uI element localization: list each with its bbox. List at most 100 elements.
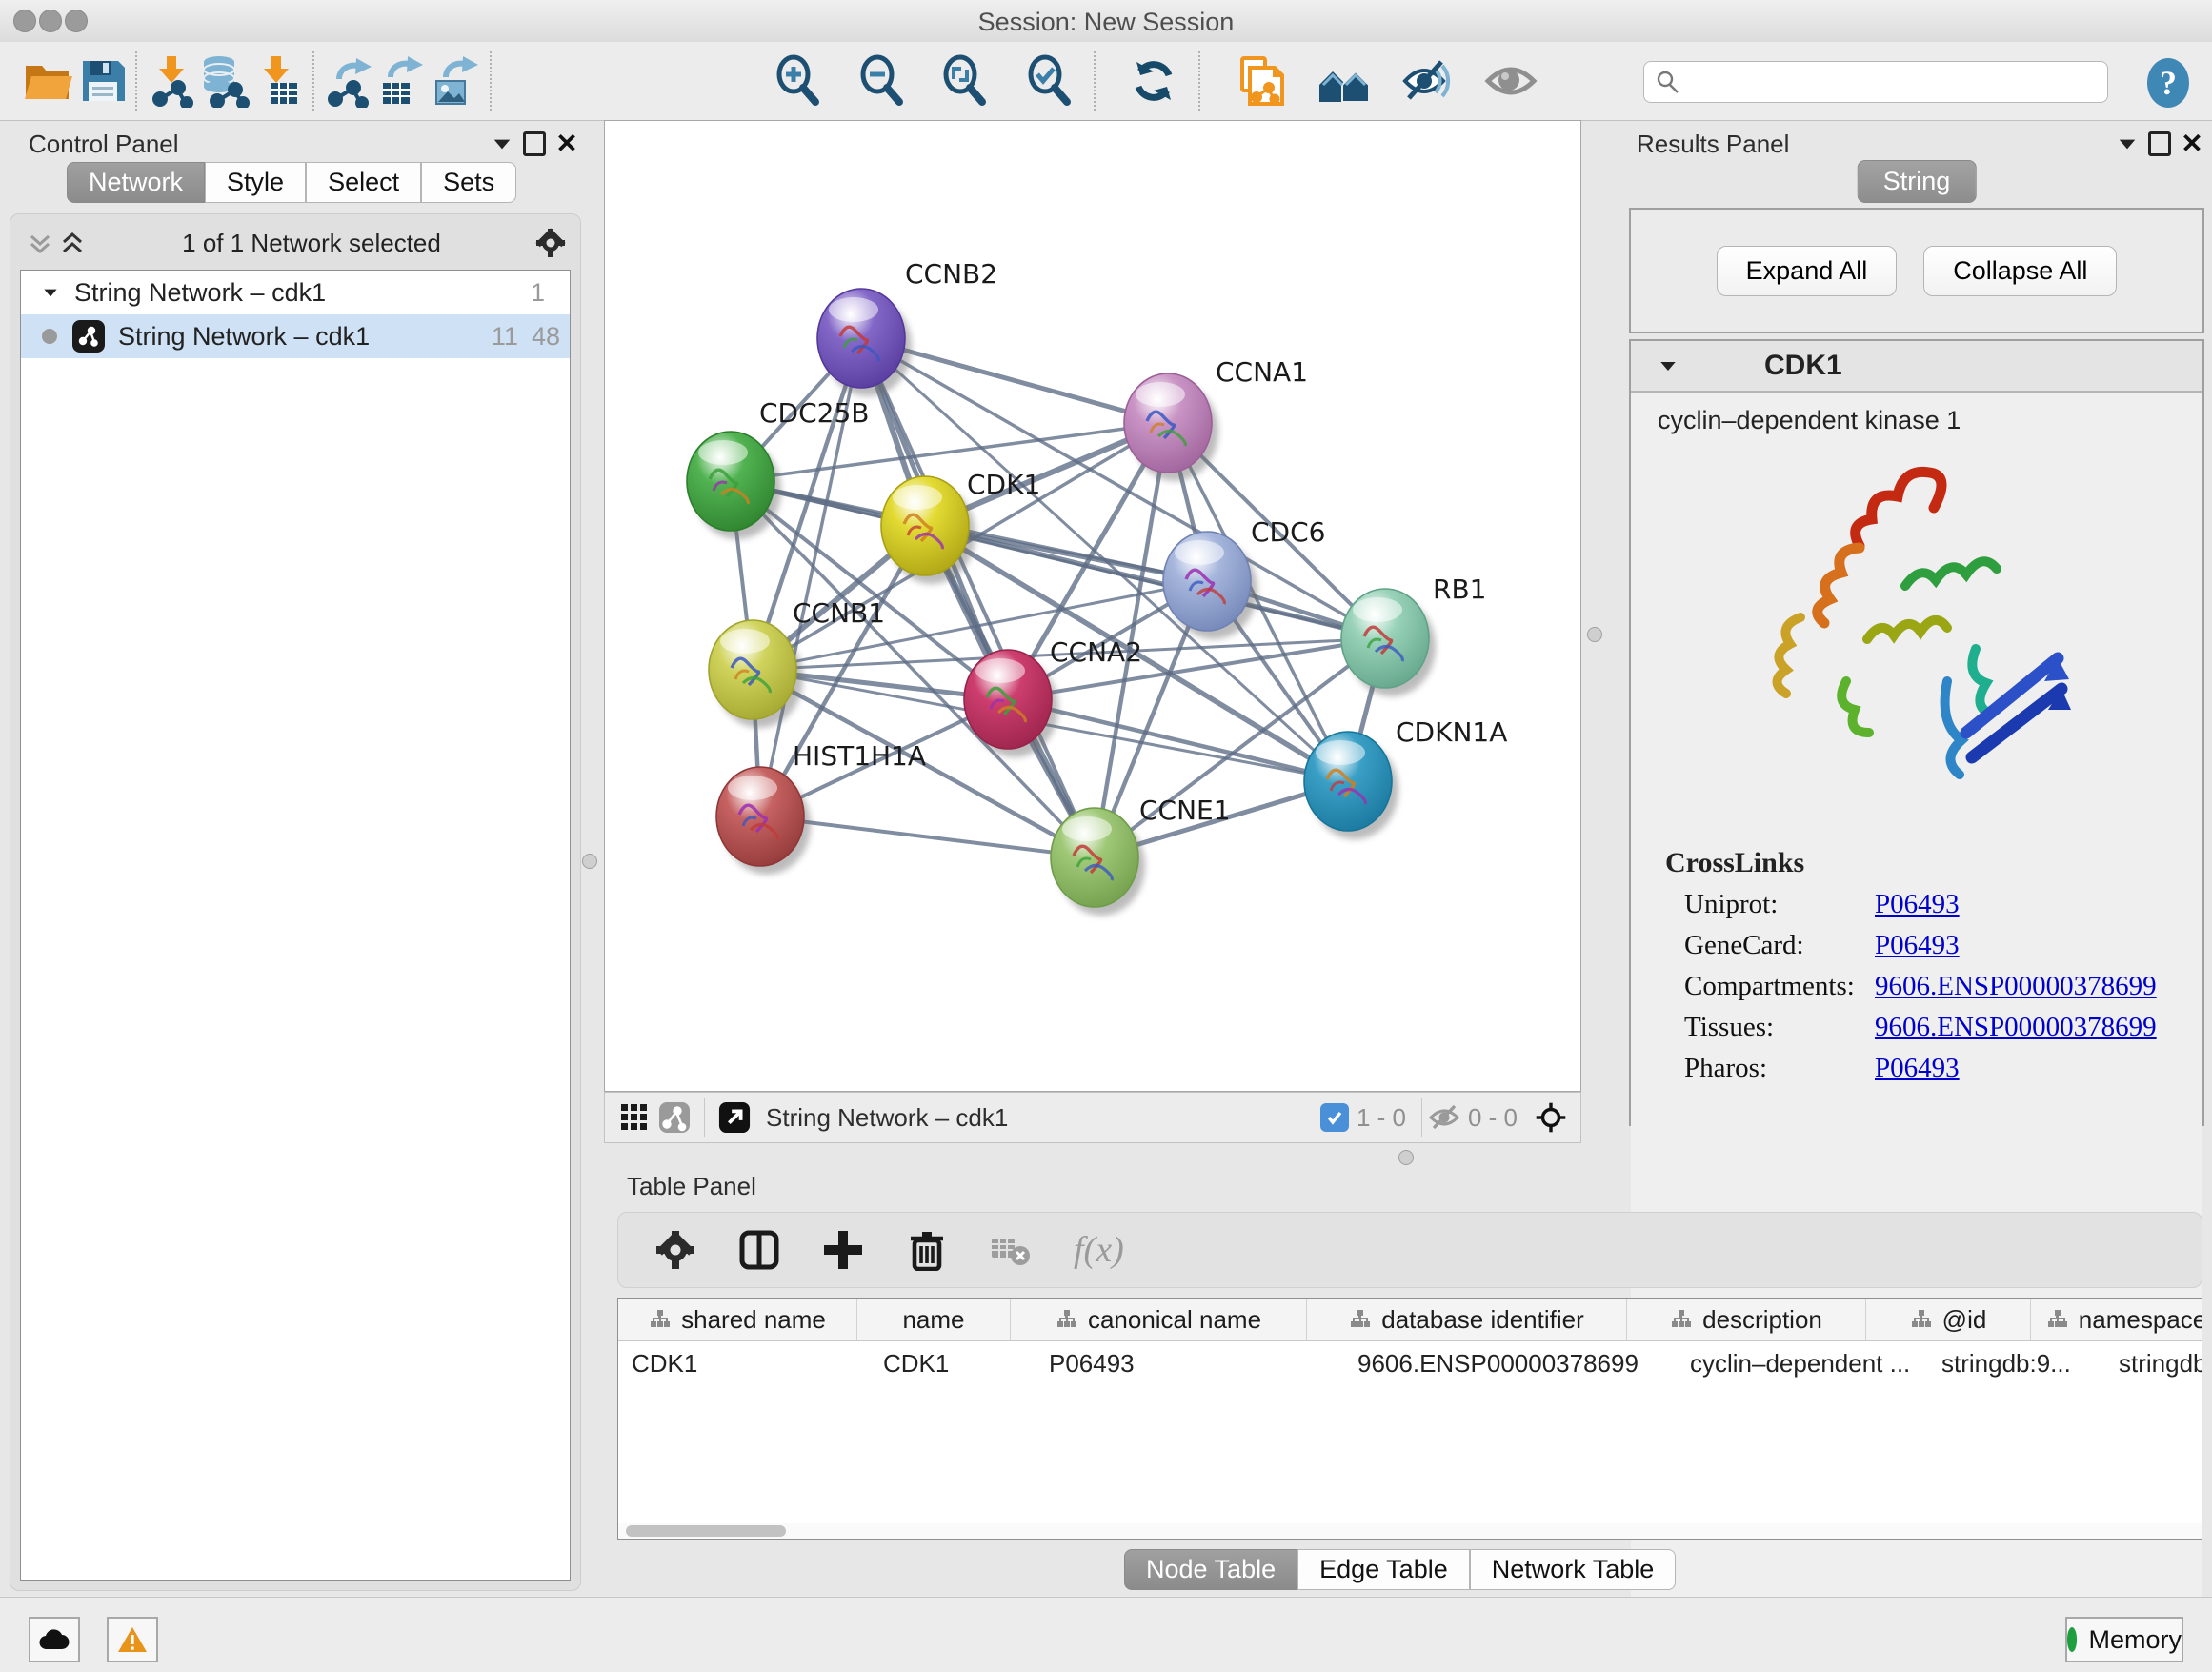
column-header-@id[interactable]: @id xyxy=(1866,1299,2031,1340)
column-header-description[interactable]: description xyxy=(1627,1299,1866,1340)
tab-style[interactable]: Style xyxy=(205,162,306,203)
node-label: CCNA1 xyxy=(1216,356,1308,388)
right-splitter-grip[interactable] xyxy=(1587,627,1602,642)
expand-all-networks-icon[interactable] xyxy=(56,229,89,257)
show-columns-icon[interactable] xyxy=(738,1229,780,1271)
export-table-icon[interactable] xyxy=(375,54,429,108)
help-icon[interactable]: ? xyxy=(2142,56,2195,110)
zoom-out-icon[interactable] xyxy=(855,54,909,108)
network-node-CDK1[interactable]: CDK1 xyxy=(881,469,1040,584)
network-canvas[interactable]: CCNB2CCNA1CDC25BCDK1CDC6RB1CCNB1CCNA2CDK… xyxy=(604,120,1581,1092)
column-header-namespace[interactable]: namespace xyxy=(2031,1299,2202,1340)
table-gear-icon[interactable] xyxy=(654,1229,696,1271)
results-panel: Results Panel ✕ String Expand All Collap… xyxy=(1625,126,2208,1174)
selected-checkbox-icon[interactable] xyxy=(1320,1103,1349,1132)
tab-node-table[interactable]: Node Table xyxy=(1124,1549,1297,1590)
results-panel-menu-button[interactable] xyxy=(2111,130,2143,158)
cloud-button[interactable] xyxy=(29,1617,80,1662)
warning-icon xyxy=(117,1626,148,1653)
zoom-in-icon[interactable] xyxy=(772,54,825,108)
network-collection-row[interactable]: String Network – cdk1 1 xyxy=(21,271,570,314)
tab-string[interactable]: String xyxy=(1858,160,1977,203)
delete-column-icon[interactable] xyxy=(906,1229,948,1271)
column-tree-icon xyxy=(1349,1308,1372,1331)
table-cell[interactable]: stringdb:9... xyxy=(1928,1341,2105,1385)
crosslink-row: Pharos:P06493 xyxy=(1684,1053,2202,1084)
add-column-icon[interactable] xyxy=(822,1229,864,1271)
network-node-RB1[interactable]: RB1 xyxy=(1341,574,1486,696)
save-session-icon[interactable] xyxy=(76,54,130,108)
tab-network-table[interactable]: Network Table xyxy=(1470,1549,1677,1590)
import-network-from-database-icon[interactable] xyxy=(198,54,251,108)
crosslink-link[interactable]: 9606.ENSP00000378699 xyxy=(1875,1012,2157,1043)
zoom-selected-icon[interactable] xyxy=(1023,54,1076,108)
network-node-HIST1H1A[interactable]: HIST1H1A xyxy=(716,740,926,875)
network-share-icon[interactable] xyxy=(658,1103,691,1132)
column-header-canonical-name[interactable]: canonical name xyxy=(1011,1299,1307,1340)
control-panel-float-button[interactable] xyxy=(518,130,551,158)
refresh-icon[interactable] xyxy=(1127,54,1180,108)
collapse-all-button[interactable]: Collapse All xyxy=(1923,246,2117,296)
table-hscrollbar[interactable] xyxy=(618,1523,2202,1539)
network-node-CDKN1A[interactable]: CDKN1A xyxy=(1304,716,1507,839)
crosslink-label: Pharos: xyxy=(1684,1053,1875,1084)
network-node-CCNA1[interactable]: CCNA1 xyxy=(1124,356,1308,481)
tab-select[interactable]: Select xyxy=(306,162,421,203)
collection-expand-icon[interactable] xyxy=(44,289,56,296)
bottom-splitter-grip[interactable] xyxy=(1398,1150,1414,1165)
results-panel-float-button[interactable] xyxy=(2143,130,2176,158)
control-panel-close-button[interactable]: ✕ xyxy=(551,130,583,158)
crosslink-link[interactable]: 9606.ENSP00000378699 xyxy=(1875,971,2157,1002)
table-hscrollbar-thumb[interactable] xyxy=(626,1525,786,1537)
crosslink-link[interactable]: P06493 xyxy=(1875,889,1960,920)
results-panel-close-button[interactable]: ✕ xyxy=(2176,130,2208,158)
network-options-gear-icon[interactable] xyxy=(534,229,567,257)
table-row[interactable]: CDK1CDK1P064939606.ENSP00000378699cyclin… xyxy=(618,1341,2202,1385)
network-icon xyxy=(72,320,105,353)
table-cell[interactable]: 9606.ENSP00000378699 xyxy=(1344,1341,1677,1385)
collapse-all-networks-icon[interactable] xyxy=(24,229,56,257)
network-node-CCNB2[interactable]: CCNB2 xyxy=(817,258,997,396)
network-node-CDC6[interactable]: CDC6 xyxy=(1163,516,1325,639)
tab-network[interactable]: Network xyxy=(67,162,205,203)
table-cell[interactable]: CDK1 xyxy=(870,1341,1036,1385)
import-table-icon[interactable] xyxy=(251,54,305,108)
search-input[interactable] xyxy=(1688,65,2107,99)
tab-sets[interactable]: Sets xyxy=(421,162,516,203)
birds-eye-view-icon[interactable] xyxy=(618,1103,651,1132)
fit-selected-crosshair-icon[interactable] xyxy=(1535,1103,1567,1132)
memory-button[interactable]: Memory xyxy=(2065,1617,2183,1662)
table-cell[interactable]: CDK1 xyxy=(618,1341,870,1385)
network-edge[interactable] xyxy=(861,338,1095,857)
crosslink-link[interactable]: P06493 xyxy=(1875,930,1960,961)
table-cell[interactable]: P06493 xyxy=(1036,1341,1344,1385)
open-session-icon[interactable] xyxy=(21,54,74,108)
export-network-icon[interactable] xyxy=(324,54,377,108)
gene-collapse-icon[interactable] xyxy=(1660,361,1675,370)
network-node-count: 11 xyxy=(492,322,518,352)
export-image-icon[interactable] xyxy=(429,54,482,108)
network-node-CCNB1[interactable]: CCNB1 xyxy=(709,597,885,728)
expand-all-button[interactable]: Expand All xyxy=(1717,246,1898,296)
first-neighbors-icon[interactable] xyxy=(1317,54,1371,108)
warnings-button[interactable] xyxy=(107,1617,158,1662)
table-cell[interactable]: cyclin–dependent ... xyxy=(1677,1341,1928,1385)
table-cell[interactable]: stringdb xyxy=(2105,1341,2202,1385)
zoom-fit-icon[interactable] xyxy=(938,54,992,108)
column-header-database-identifier[interactable]: database identifier xyxy=(1307,1299,1627,1340)
network-row-selected[interactable]: String Network – cdk1 11 48 xyxy=(21,314,570,358)
control-panel-menu-button[interactable] xyxy=(486,130,518,158)
network-node-CCNE1[interactable]: CCNE1 xyxy=(1051,795,1231,916)
show-all-icon[interactable] xyxy=(1484,54,1538,108)
clone-network-icon[interactable] xyxy=(1233,54,1286,108)
column-header-shared-name[interactable]: shared name xyxy=(618,1299,857,1340)
search-field[interactable] xyxy=(1643,61,2108,103)
tab-edge-table[interactable]: Edge Table xyxy=(1297,1549,1470,1590)
column-header-name[interactable]: name xyxy=(857,1299,1011,1340)
left-splitter-grip[interactable] xyxy=(582,854,597,869)
import-network-icon[interactable] xyxy=(147,54,200,108)
network-tab-content: 1 of 1 Network selected String Network –… xyxy=(10,213,581,1591)
hide-selected-icon[interactable] xyxy=(1401,54,1455,108)
open-in-new-window-icon[interactable] xyxy=(718,1103,751,1132)
crosslink-link[interactable]: P06493 xyxy=(1875,1053,1960,1084)
